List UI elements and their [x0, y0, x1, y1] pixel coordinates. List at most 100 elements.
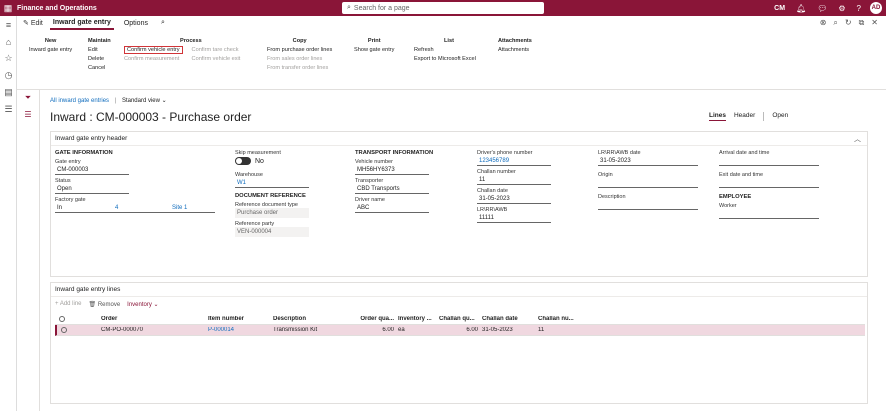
col-item-number[interactable]: Item number [208, 316, 273, 322]
factory-gate-number[interactable]: 4 [115, 203, 172, 212]
search-box[interactable]: ⌕ Search for a page [342, 2, 544, 14]
refresh-icon[interactable]: ↻ [845, 18, 852, 28]
tab-lines[interactable]: Lines [709, 112, 726, 121]
popout-icon[interactable]: ⧉ [859, 18, 865, 28]
delete-button[interactable]: Delete [88, 55, 111, 64]
breadcrumb-link[interactable]: All inward gate entries [50, 98, 109, 104]
ribbon-header-maintain: Maintain [88, 38, 111, 44]
tab-options[interactable]: Options [121, 18, 151, 29]
row-order-qty: 6.00 [382, 327, 394, 333]
search-placeholder: Search for a page [353, 4, 410, 12]
challan-date-field[interactable]: 31-05-2023 [477, 194, 551, 204]
row-select-radio[interactable] [57, 327, 71, 333]
office-icon[interactable]: ⊗ [820, 18, 827, 28]
copy-from-to-lines-button[interactable]: From transfer order lines [267, 64, 332, 73]
tab-inward-gate-entry[interactable]: Inward gate entry [49, 17, 114, 30]
chevron-up-icon[interactable]: ︿ [854, 134, 861, 144]
origin-field[interactable] [598, 178, 698, 188]
confirm-vehicle-exit-button[interactable]: Confirm vehicle exit [192, 55, 241, 64]
list-icon[interactable]: ☰ [0, 101, 17, 118]
description-field[interactable] [598, 200, 698, 210]
lines-grid: Order Item number Description Order qua.… [55, 314, 865, 336]
list-toggle-icon[interactable]: ☰ [17, 106, 39, 122]
company-picker[interactable]: CM [774, 5, 785, 12]
skip-measurement-toggle[interactable]: No [235, 156, 309, 166]
lines-fasttab-title[interactable]: Inward gate entry lines [51, 283, 867, 297]
confirm-vehicle-entry-button[interactable]: Confirm vehicle entry [124, 46, 183, 54]
lines-toolbar: + Add line 🗑︎ Remove Inventory ⌄ [55, 301, 159, 308]
edit-button[interactable]: ✎ Edit [23, 19, 43, 27]
home-icon[interactable]: ⌂ [0, 33, 17, 50]
warehouse-field[interactable]: W1 [235, 178, 309, 188]
export-excel-button[interactable]: Export to Microsoft Excel [414, 55, 476, 64]
challan-number-field[interactable]: 11 [477, 175, 551, 185]
show-gate-entry-button[interactable]: Show gate entry [354, 46, 394, 55]
open-button[interactable]: Open [772, 112, 788, 121]
phone-field[interactable]: 123456789 [477, 156, 551, 166]
employee-title: EMPLOYEE [719, 194, 752, 200]
cancel-button[interactable]: Cancel [88, 64, 111, 73]
col-description[interactable]: Description [273, 316, 349, 322]
select-all-radio[interactable] [55, 316, 69, 322]
ribbon-group-list: List Refresh Export to Microsoft Excel [414, 38, 476, 64]
new-inward-gate-entry-button[interactable]: Inward gate entry [29, 46, 72, 55]
tab-header[interactable]: Header [734, 112, 755, 121]
gate-entry-field[interactable]: CM-000003 [55, 165, 129, 175]
confirm-tare-check-button[interactable]: Confirm tare check [192, 46, 241, 55]
ribbon-group-process: Process Confirm vehicle entry Confirm me… [124, 38, 240, 64]
help-icon[interactable]: ? [857, 4, 861, 13]
attachments-button[interactable]: Attachments [498, 46, 532, 55]
worker-field[interactable] [719, 209, 819, 219]
gate-info-section: GATE INFORMATION Gate entry CM-000003 St… [55, 150, 215, 213]
ref-doc-type-field: Purchase order [235, 208, 309, 218]
row-item-number[interactable]: P-000014 [208, 327, 273, 333]
factory-gate-field[interactable]: In 4 Site 1 [55, 203, 215, 213]
transporter-field[interactable]: CBD Transports [355, 184, 429, 194]
top-bar: ▦ Finance and Operations ⌕ Search for a … [0, 0, 886, 16]
filter-icon[interactable]: ⏷ [17, 90, 39, 106]
col-order-qty[interactable]: Order qua... [349, 316, 394, 322]
view-selector[interactable]: Standard view ⌄ [122, 98, 167, 104]
factory-site[interactable]: Site 1 [172, 203, 187, 212]
chevron-down-icon: ⌄ [161, 98, 167, 104]
close-icon[interactable]: ✕ [871, 18, 878, 28]
skip-measurement-value: No [255, 157, 264, 165]
col-order[interactable]: Order [101, 316, 208, 322]
col-challan-date[interactable]: Challan date [478, 316, 538, 322]
driver-field[interactable]: ABC [355, 203, 429, 213]
status-field[interactable]: Open [55, 184, 129, 194]
clock-icon[interactable]: ◷ [0, 67, 17, 84]
ribbon-group-maintain: Maintain Edit Delete Cancel [88, 38, 111, 73]
workspace-icon[interactable]: ▤ [0, 84, 17, 101]
add-line-button[interactable]: + Add line [55, 301, 82, 308]
toggle-switch[interactable] [235, 157, 251, 165]
avatar[interactable]: AD [870, 2, 882, 14]
remove-button[interactable]: 🗑︎ Remove [89, 301, 121, 308]
arrival-field[interactable] [719, 156, 819, 166]
col-challan-qty[interactable]: Challan qu... [439, 316, 478, 322]
lr-date-field[interactable]: 31-05-2023 [598, 156, 698, 166]
exit-field[interactable] [719, 178, 819, 188]
chat-icon[interactable]: 💬︎ [817, 4, 827, 13]
inventory-menu[interactable]: Inventory ⌄ [127, 301, 158, 308]
table-row[interactable]: CM-PO-000070 P-000014 Transmission Kit 6… [55, 325, 865, 336]
lr-field[interactable]: 11111 [477, 213, 551, 223]
refresh-button[interactable]: Refresh [414, 46, 476, 55]
copy-from-po-lines-button[interactable]: From purchase order lines [267, 46, 332, 55]
ribbon-header-attachments: Attachments [498, 38, 532, 44]
gear-icon[interactable]: ⚙ [838, 4, 845, 13]
confirm-measurement-button[interactable]: Confirm measurement [124, 55, 183, 64]
copy-from-so-lines-button[interactable]: From sales order lines [267, 55, 332, 64]
action-search-icon[interactable]: ⌕ [158, 17, 168, 29]
col-challan-number[interactable]: Challan nu... [538, 316, 588, 322]
notification-icon[interactable]: 🔔︎ [796, 4, 806, 13]
col-inventory-unit[interactable]: Inventory ... [394, 316, 439, 322]
attach-icon[interactable]: ⌕ [833, 18, 837, 28]
app-launcher-icon[interactable]: ▦ [1, 1, 15, 15]
maintain-edit-button[interactable]: Edit [88, 46, 111, 55]
star-icon[interactable]: ☆ [0, 50, 17, 67]
vehicle-field[interactable]: MH56HY6373 [355, 165, 429, 175]
header-fasttab-title[interactable]: Inward gate entry header [51, 132, 867, 146]
action-bar-right: ⊗ ⌕ ↻ ⧉ ✕ [820, 18, 878, 28]
hamburger-icon[interactable]: ≡ [0, 16, 17, 33]
